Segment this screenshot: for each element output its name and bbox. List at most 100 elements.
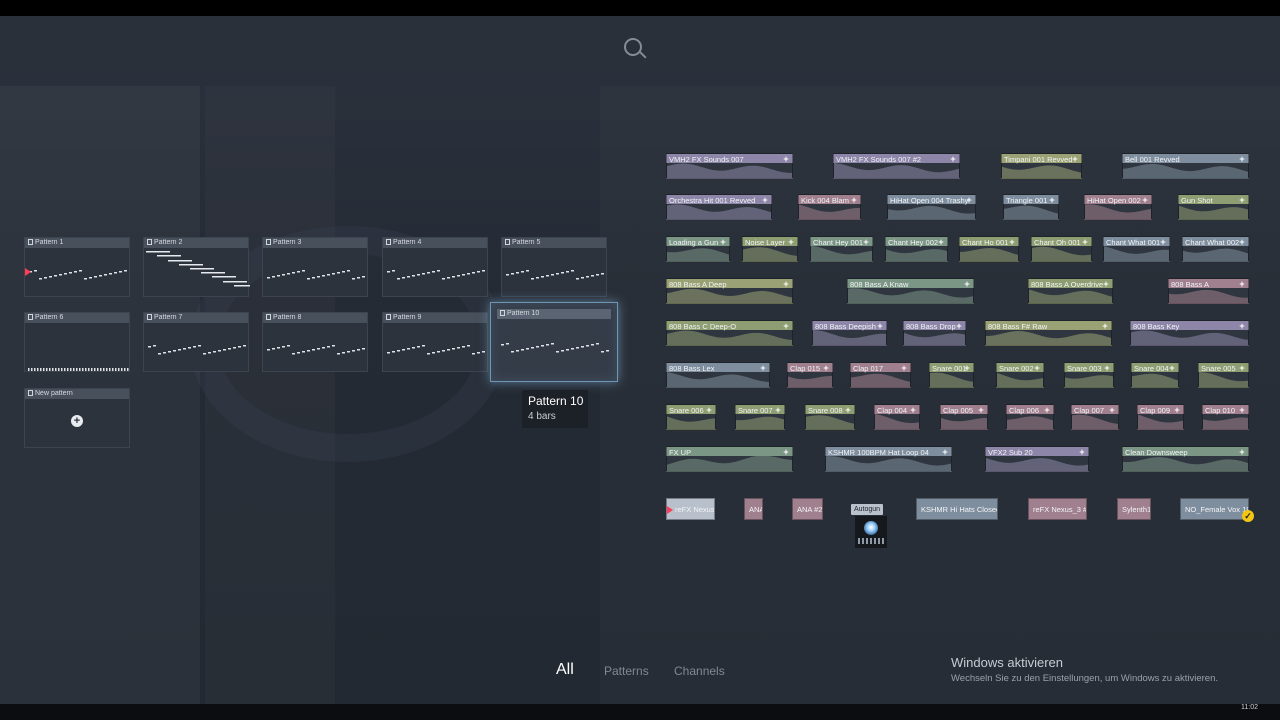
add-to-playlist-icon[interactable]: + — [822, 364, 830, 373]
add-to-playlist-icon[interactable]: + — [1081, 238, 1089, 247]
add-to-playlist-icon[interactable]: + — [900, 364, 908, 373]
channel-tile[interactable]: 808 Bass Key + — [1130, 320, 1249, 346]
channel-tile[interactable]: NO_Female Vox 19 — [1180, 498, 1249, 520]
add-to-playlist-icon[interactable]: + — [850, 196, 858, 205]
channel-tile[interactable]: VMH2 FX Sounds 007 #2 + — [833, 153, 960, 179]
add-to-playlist-icon[interactable]: + — [1102, 280, 1110, 289]
channel-tile[interactable]: VFX2 Sub 20 + — [985, 446, 1089, 472]
add-to-playlist-icon[interactable]: + — [955, 322, 963, 331]
channel-tile[interactable]: Clap 004 + — [874, 404, 920, 430]
channel-tile[interactable]: 808 Bass Deepish + — [812, 320, 887, 346]
channel-tile[interactable]: Orchestra Hit 001 Revved + — [666, 194, 772, 220]
channel-tile[interactable]: Chant Oh 001 + — [1031, 236, 1092, 262]
pattern-tile[interactable]: Pattern 2 — [143, 237, 250, 297]
channel-tile[interactable]: Snare 005 + — [1198, 362, 1249, 388]
filter-all[interactable]: All — [556, 661, 574, 679]
channel-tile[interactable]: Triangle 001 + — [1003, 194, 1059, 220]
channel-tile[interactable]: Clap 005 + — [940, 404, 988, 430]
add-to-playlist-icon[interactable]: + — [761, 196, 769, 205]
add-to-playlist-icon[interactable]: + — [782, 155, 790, 164]
add-to-playlist-icon[interactable]: + — [1238, 196, 1246, 205]
add-to-playlist-icon[interactable]: + — [1103, 364, 1111, 373]
channel-tile[interactable]: ANA — [744, 498, 763, 520]
add-to-playlist-icon[interactable]: + — [782, 448, 790, 457]
channel-tile[interactable]: 808 Bass A Overdrive + — [1028, 278, 1113, 304]
pattern-tile[interactable]: Pattern 7 — [143, 312, 249, 372]
channel-tile[interactable]: FX UP + — [666, 446, 793, 472]
add-to-playlist-icon[interactable]: + — [977, 406, 985, 415]
pattern-tile[interactable]: Pattern 3 — [262, 237, 368, 297]
add-to-playlist-icon[interactable]: + — [1173, 406, 1181, 415]
channel-tile[interactable]: KSHMR 100BPM Hat Loop 04 + — [825, 446, 952, 472]
pattern-tile-selected[interactable]: Pattern 10 — [490, 302, 618, 382]
add-to-playlist-icon[interactable]: + — [759, 364, 767, 373]
add-to-playlist-icon[interactable]: + — [705, 406, 713, 415]
add-to-playlist-icon[interactable]: + — [1008, 238, 1016, 247]
add-to-playlist-icon[interactable]: + — [719, 238, 727, 247]
channel-tile[interactable]: Noise Layer + — [742, 236, 798, 262]
channel-tile[interactable]: Timpani 001 Revved + — [1001, 153, 1082, 179]
add-to-playlist-icon[interactable]: + — [844, 406, 852, 415]
channel-tile[interactable]: Snare 007 + — [735, 404, 785, 430]
channel-tile[interactable]: Chant What 001 + — [1103, 236, 1170, 262]
channel-tile[interactable]: HiHat Open 004 Trashy + — [887, 194, 976, 220]
channel-tile[interactable]: VMH2 FX Sounds 007 + — [666, 153, 793, 179]
add-to-playlist-icon[interactable]: + — [965, 196, 973, 205]
channel-tile[interactable]: 808 Bass A Knaw + — [847, 278, 974, 304]
channel-tile[interactable]: Chant Ho 001 + — [959, 236, 1019, 262]
add-to-playlist-icon[interactable]: + — [876, 322, 884, 331]
add-to-playlist-icon[interactable]: + — [862, 238, 870, 247]
add-to-playlist-icon[interactable]: + — [1238, 406, 1246, 415]
add-to-playlist-icon[interactable]: + — [1071, 155, 1079, 164]
add-to-playlist-icon[interactable]: + — [1238, 155, 1246, 164]
channel-tile[interactable]: ANA #2 — [792, 498, 823, 520]
channel-tile[interactable]: Gun Shot + — [1178, 194, 1249, 220]
add-to-playlist-icon[interactable]: + — [909, 406, 917, 415]
channel-tile[interactable]: 808 Bass F# Raw + — [985, 320, 1112, 346]
channel-tile[interactable]: Snare 008 + — [805, 404, 855, 430]
add-to-playlist-icon[interactable]: + — [1159, 238, 1167, 247]
add-to-playlist-icon[interactable]: + — [1238, 238, 1246, 247]
channel-tile[interactable]: Clap 006 + — [1006, 404, 1054, 430]
new-pattern-tile[interactable]: New pattern + — [24, 388, 130, 448]
add-to-playlist-icon[interactable]: + — [949, 155, 957, 164]
channel-tile[interactable]: Chant What 002 + — [1182, 236, 1249, 262]
channel-tile[interactable]: 808 Bass C Deep-O + — [666, 320, 793, 346]
channel-tile[interactable]: 808 Bass Drop + — [903, 320, 966, 346]
channel-tile[interactable]: Kick 004 Blam + — [798, 194, 861, 220]
add-to-playlist-icon[interactable]: + — [937, 238, 945, 247]
autogun-plugin-thumbnail[interactable] — [855, 516, 887, 548]
add-to-playlist-icon[interactable]: + — [1238, 448, 1246, 457]
channel-tile[interactable]: Snare 003 + — [1064, 362, 1114, 388]
channel-tile[interactable]: Chant Hey 002 + — [885, 236, 948, 262]
channel-tile[interactable]: Clap 017 + — [850, 362, 911, 388]
add-to-playlist-icon[interactable]: + — [782, 322, 790, 331]
add-to-playlist-icon[interactable]: + — [963, 280, 971, 289]
add-to-playlist-icon[interactable]: + — [941, 448, 949, 457]
add-to-playlist-icon[interactable]: + — [1141, 196, 1149, 205]
pattern-tile[interactable]: Pattern 5 — [501, 237, 607, 297]
pattern-tile[interactable]: Pattern 4 — [382, 237, 488, 297]
channel-tile[interactable]: Clap 007 + — [1071, 404, 1119, 430]
channel-tile[interactable]: reFX Nexus_3 — [666, 498, 715, 520]
channel-tile[interactable]: HiHat Open 002 + — [1084, 194, 1152, 220]
channel-tile[interactable]: Clap 010 + — [1202, 404, 1249, 430]
channel-tile[interactable]: 808 Bass A Deep + — [666, 278, 793, 304]
add-to-playlist-icon[interactable]: + — [1238, 322, 1246, 331]
channel-tile[interactable]: Snare 006 + — [666, 404, 716, 430]
pattern-tile[interactable]: Pattern 8 — [262, 312, 368, 372]
pattern-tile[interactable]: Pattern 9 — [382, 312, 488, 372]
channel-tile[interactable]: Snare 002 + — [996, 362, 1044, 388]
channel-tile[interactable]: KSHMR Hi Hats Closed 12 — [916, 498, 998, 520]
channel-tile[interactable]: Clean Downsweep + — [1122, 446, 1249, 472]
add-to-playlist-icon[interactable]: + — [1078, 448, 1086, 457]
channel-tile[interactable]: 808 Bass A + — [1168, 278, 1249, 304]
pattern-tile[interactable]: Pattern 1 — [24, 237, 130, 297]
search-icon[interactable] — [624, 38, 642, 56]
channel-tile[interactable]: Clap 009 + — [1137, 404, 1184, 430]
add-to-playlist-icon[interactable]: + — [1238, 364, 1246, 373]
channel-tile[interactable]: Snare 004 + — [1131, 362, 1179, 388]
add-to-playlist-icon[interactable]: + — [1043, 406, 1051, 415]
filter-channels[interactable]: Channels — [674, 664, 725, 678]
channel-tile[interactable]: 808 Bass Lex + — [666, 362, 770, 388]
